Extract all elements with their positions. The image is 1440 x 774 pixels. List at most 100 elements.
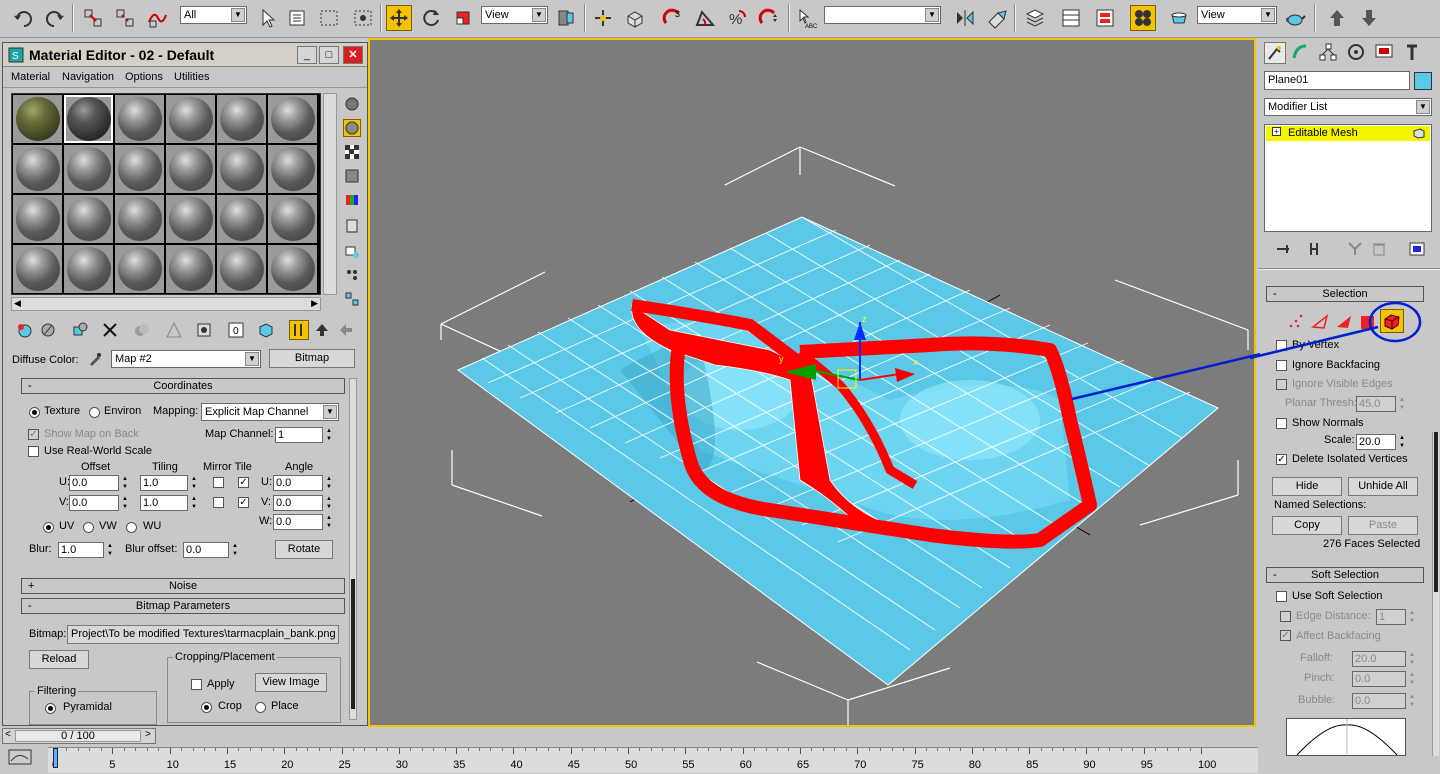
pivot-icon[interactable]	[553, 5, 579, 31]
align-icon[interactable]	[984, 5, 1010, 31]
u-tiling-spinner[interactable]: 1.0 ▲ ▼	[140, 475, 197, 491]
bitmap-params-rollout-header[interactable]: - Bitmap Parameters	[21, 598, 345, 614]
hierarchy-tab-icon[interactable]	[1318, 42, 1340, 64]
sample-slot[interactable]	[268, 145, 317, 193]
sample-slot[interactable]	[166, 145, 215, 193]
menu-material[interactable]: Material	[11, 71, 50, 83]
mapping-dropdown[interactable]: Explicit Map Channel ▼	[201, 403, 339, 421]
time-slider-next-icon[interactable]: >	[145, 729, 151, 740]
sample-slot[interactable]	[115, 95, 164, 143]
sample-slot[interactable]	[13, 95, 62, 143]
go-to-parent-icon[interactable]	[313, 321, 331, 339]
blur-spinner[interactable]: 1.0 ▲ ▼	[58, 542, 113, 558]
texture-radio[interactable]	[29, 407, 40, 418]
object-name-field[interactable]: Plane01	[1264, 71, 1410, 90]
snap-icon[interactable]: 3	[660, 5, 686, 31]
view-image-button[interactable]: View Image	[255, 673, 327, 692]
map-channel-spinner[interactable]: 1 ▲ ▼	[275, 427, 332, 443]
menu-options[interactable]: Options	[125, 71, 163, 83]
sample-slot[interactable]	[64, 195, 113, 243]
curve-editor-icon[interactable]	[1058, 5, 1084, 31]
named-selection-dropdown[interactable]: ▼	[824, 6, 941, 24]
time-slider-prev-icon[interactable]: <	[5, 729, 11, 740]
select-by-material-icon[interactable]	[343, 266, 361, 284]
sample-slot[interactable]	[217, 95, 266, 143]
rotate-icon[interactable]	[418, 5, 444, 31]
sample-slot[interactable]	[115, 245, 164, 293]
select-by-name-icon[interactable]	[284, 5, 310, 31]
display-tab-icon[interactable]	[1374, 42, 1396, 64]
render-setup-icon[interactable]	[1166, 5, 1192, 31]
percent-snap-icon[interactable]: %	[724, 5, 750, 31]
crop-radio[interactable]	[201, 702, 212, 713]
background-icon[interactable]	[343, 143, 361, 161]
show-normals-checkbox[interactable]	[1276, 418, 1287, 429]
redo-icon[interactable]	[42, 5, 68, 31]
wu-radio[interactable]	[126, 522, 137, 533]
command-panel-scroll-thumb[interactable]	[1434, 432, 1438, 592]
show-end-result-button[interactable]	[289, 320, 309, 340]
reset-map-icon[interactable]	[101, 321, 119, 339]
hide-button[interactable]: Hide	[1272, 477, 1342, 496]
sample-type-icon[interactable]	[343, 95, 361, 113]
angle-snap-icon[interactable]	[692, 5, 718, 31]
make-material-copy-icon[interactable]	[133, 321, 151, 339]
sample-slot[interactable]	[166, 195, 215, 243]
put-to-scene-icon[interactable]	[39, 321, 57, 339]
u-mirror-checkbox[interactable]	[213, 477, 224, 488]
show-end-result-icon[interactable]	[1306, 240, 1324, 258]
link-icon[interactable]	[80, 5, 106, 31]
edge-distance-spinner[interactable]: 1 ▲ ▼	[1376, 609, 1415, 625]
unhide-all-button[interactable]: Unhide All	[1348, 477, 1418, 496]
make-unique-icon[interactable]	[1346, 240, 1364, 258]
v-mirror-checkbox[interactable]	[213, 497, 224, 508]
sample-slot[interactable]	[217, 195, 266, 243]
modifier-list-dropdown[interactable]: Modifier List ▼	[1264, 98, 1432, 116]
options-icon[interactable]	[343, 242, 361, 260]
backlight-icon[interactable]	[343, 119, 361, 137]
environ-radio[interactable]	[89, 407, 100, 418]
v-tile-checkbox[interactable]: ✓	[238, 497, 249, 508]
place-radio[interactable]	[255, 702, 266, 713]
normals-scale-spinner[interactable]: 20.0 ▲ ▼	[1356, 434, 1405, 450]
expand-stack-item-icon[interactable]: +	[1272, 127, 1281, 136]
menu-utilities[interactable]: Utilities	[174, 71, 209, 83]
time-slider[interactable]: < 0 / 100 >	[2, 728, 156, 744]
down-arrow-icon[interactable]	[1356, 5, 1382, 31]
assign-material-icon[interactable]	[71, 321, 89, 339]
scale-icon[interactable]	[450, 5, 476, 31]
bind-space-warp-icon[interactable]	[144, 5, 170, 31]
remove-modifier-icon[interactable]	[1370, 240, 1388, 258]
rotate-button[interactable]: Rotate	[275, 540, 333, 559]
manipulate-icon[interactable]	[590, 5, 616, 31]
stack-item-editable-mesh[interactable]: + Editable Mesh	[1266, 126, 1430, 141]
create-tab-icon[interactable]	[1264, 42, 1286, 64]
rect-selection-icon[interactable]	[316, 5, 342, 31]
reference-coord-dropdown[interactable]: View ▼	[481, 6, 548, 24]
sample-slot[interactable]	[64, 145, 113, 193]
slots-vertical-scrollbar[interactable]	[323, 93, 337, 295]
noise-rollout-header[interactable]: + Noise	[21, 578, 345, 594]
sample-slot-active[interactable]	[64, 95, 113, 143]
uv-radio[interactable]	[43, 522, 54, 533]
close-button[interactable]: ✕	[343, 46, 363, 64]
utilities-tab-icon[interactable]	[1402, 42, 1424, 64]
spinner-snap-icon[interactable]	[756, 5, 782, 31]
layer-icon[interactable]	[1022, 5, 1048, 31]
mirror-icon[interactable]	[952, 5, 978, 31]
paste-button[interactable]: Paste	[1348, 516, 1418, 535]
apply-checkbox[interactable]	[191, 679, 202, 690]
sample-slot[interactable]	[13, 145, 62, 193]
u-offset-spinner[interactable]: 0.0 ▲ ▼	[69, 475, 128, 491]
map-type-button[interactable]: Bitmap	[269, 349, 355, 368]
selection-filter-dropdown[interactable]: All ▼	[180, 6, 247, 24]
current-frame-marker[interactable]	[53, 748, 58, 768]
object-color-swatch[interactable]	[1414, 72, 1432, 90]
unlink-icon[interactable]	[112, 5, 138, 31]
edge-distance-checkbox[interactable]	[1280, 611, 1291, 622]
sample-slot[interactable]	[64, 245, 113, 293]
u-tile-checkbox[interactable]: ✓	[238, 477, 249, 488]
sample-slot[interactable]	[268, 95, 317, 143]
use-real-world-scale-checkbox[interactable]	[28, 446, 39, 457]
pinch-spinner[interactable]: 0.0 ▲ ▼	[1352, 671, 1415, 687]
